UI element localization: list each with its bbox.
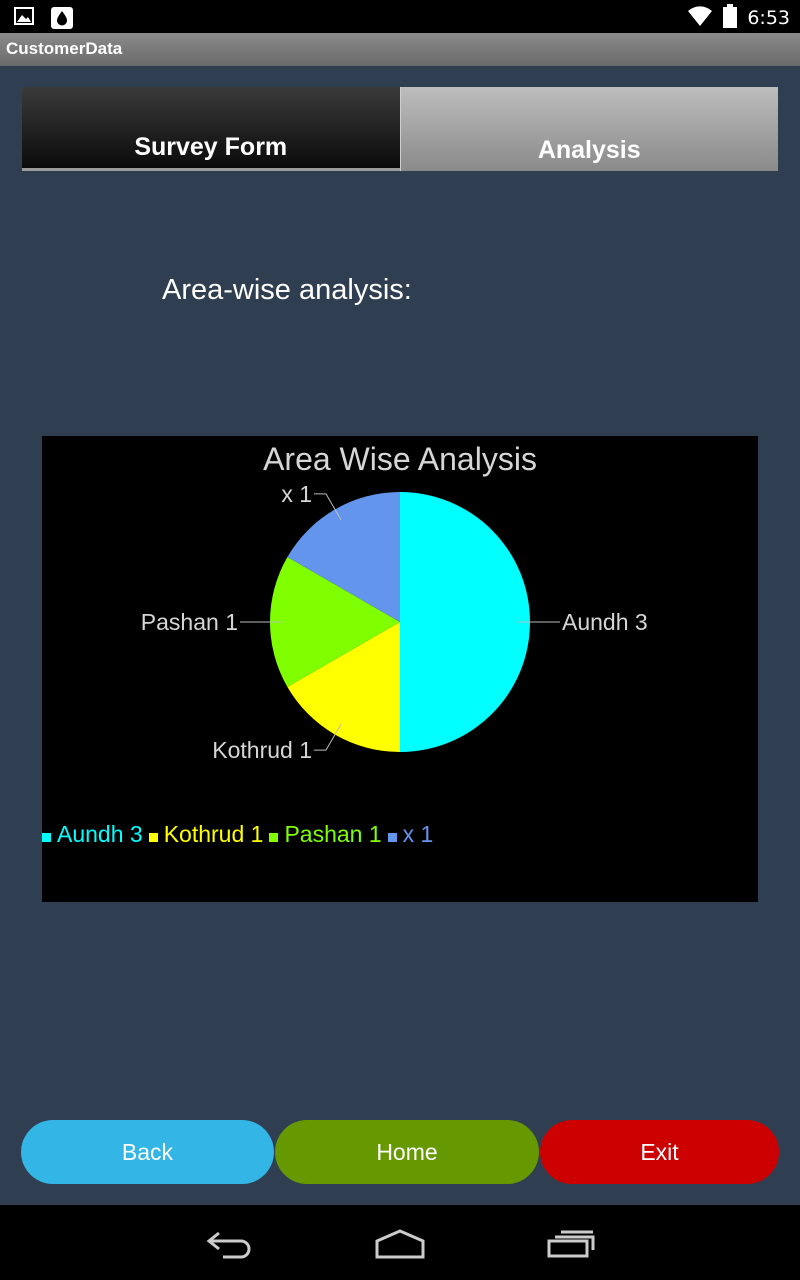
legend-label: Aundh 3	[57, 821, 143, 847]
app-title: CustomerData	[6, 39, 123, 58]
image-notification-icon	[14, 6, 34, 34]
legend-item: x 1	[387, 821, 434, 848]
slice-label: Kothrud 1	[212, 737, 312, 763]
legend-label: Kothrud 1	[163, 821, 264, 847]
navigation-bar	[0, 1205, 800, 1280]
back-button[interactable]: Back	[21, 1120, 274, 1184]
chart-legend: Aundh 3 Kothrud 1 Pashan 1 x 1	[42, 821, 439, 848]
pie-chart: Area Wise Analysis Aundh 3 Kothrud 1 Pasha…	[42, 436, 758, 902]
wifi-icon	[687, 5, 713, 31]
legend-swatch	[269, 833, 279, 842]
tab-bar: Survey Form Analysis	[22, 87, 778, 171]
battery-icon	[723, 4, 738, 32]
home-icon[interactable]	[374, 1229, 426, 1263]
page-heading: Area-wise analysis:	[162, 274, 412, 306]
tab-analysis[interactable]: Analysis	[399, 87, 778, 171]
legend-swatch	[148, 833, 158, 842]
legend-item: Aundh 3	[42, 821, 143, 848]
legend-swatch	[42, 833, 51, 842]
slice-label: x 1	[281, 481, 312, 507]
action-bar: CustomerData	[0, 33, 800, 66]
slice-label: Aundh 3	[562, 609, 648, 635]
home-button[interactable]: Home	[275, 1120, 539, 1184]
legend-label: x 1	[402, 821, 434, 847]
legend-swatch	[387, 833, 397, 842]
tab-survey-form[interactable]: Survey Form	[22, 87, 400, 171]
legend-label: Pashan 1	[284, 821, 382, 847]
chart-title: Area Wise Analysis	[263, 441, 537, 477]
legend-item: Pashan 1	[269, 821, 382, 848]
exit-button[interactable]: Exit	[540, 1120, 779, 1184]
status-bar: 6:53	[0, 0, 800, 33]
status-time: 6:53	[747, 7, 790, 29]
recents-icon[interactable]	[546, 1229, 596, 1263]
legend-item: Kothrud 1	[148, 821, 264, 848]
drop-notification-icon	[50, 6, 74, 34]
back-icon[interactable]	[205, 1229, 255, 1263]
tab-analysis-label: Analysis	[537, 136, 641, 164]
tab-survey-form-label: Survey Form	[134, 133, 288, 161]
pie-slice-aundh	[400, 492, 530, 752]
slice-label: Pashan 1	[141, 609, 238, 635]
